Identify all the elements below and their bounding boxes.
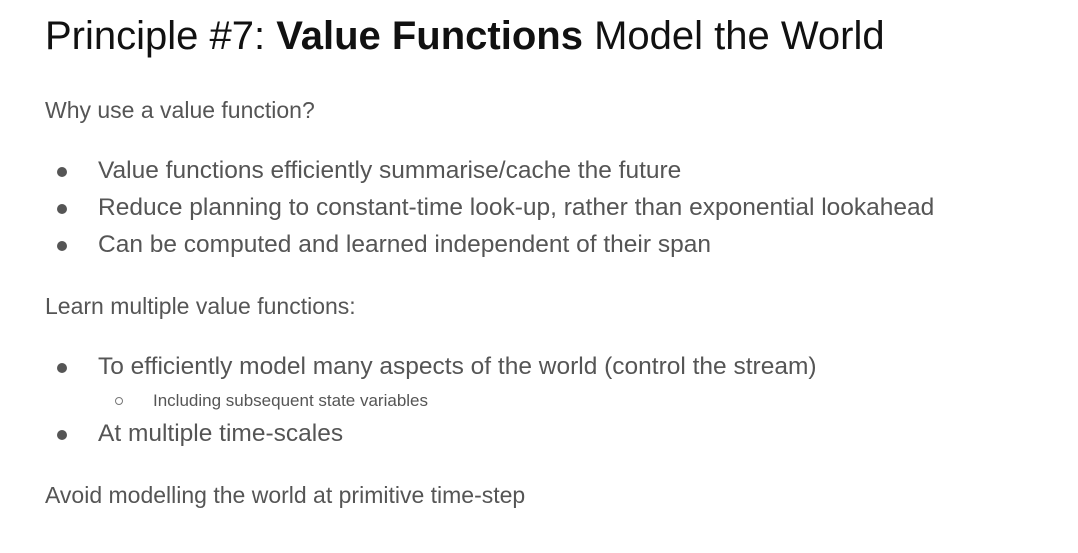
bullet-icon <box>57 167 67 177</box>
bullet-icon <box>57 430 67 440</box>
section-heading: Learn multiple value functions: <box>45 293 356 319</box>
list-item: At multiple time-scales <box>98 420 344 447</box>
sub-bullet-icon <box>115 397 123 405</box>
bullet-icon <box>57 241 67 251</box>
list-item: To efficiently model many aspects of the… <box>98 353 817 380</box>
closing-statement: Avoid modelling the world at primitive t… <box>45 482 526 508</box>
slide-title: Principle #7: Value Functions Model the … <box>45 12 885 60</box>
list-item: Reduce planning to constant-time look-up… <box>98 194 935 221</box>
sub-list-item: Including subsequent state variables <box>153 391 429 410</box>
title-bold: Value Functions <box>276 14 583 58</box>
list-item: Value functions efficiently summarise/ca… <box>98 157 682 184</box>
section-heading: Why use a value function? <box>45 97 315 123</box>
title-prefix: Principle #7: <box>45 14 277 58</box>
title-suffix: Model the World <box>582 14 885 58</box>
list-item: Can be computed and learned independent … <box>98 231 711 258</box>
bullet-icon <box>57 363 67 373</box>
bullet-icon <box>57 204 67 214</box>
